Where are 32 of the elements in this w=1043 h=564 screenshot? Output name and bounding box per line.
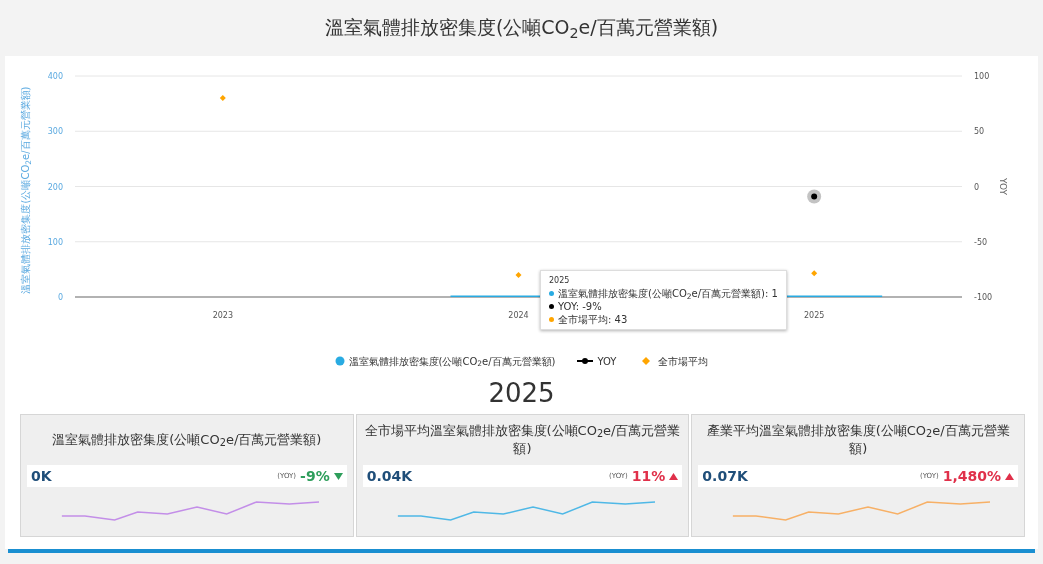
tooltip-text: 溫室氣體排放密集度(公噸CO$_{2}$e/百萬元營業額): 1 — [558, 287, 778, 300]
change-value: 11% — [631, 466, 666, 486]
axis-tick-label: 300 — [47, 127, 63, 137]
page-title: 溫室氣體排放密集度(公噸CO$_{2}$e/百萬元營業額) — [323, 15, 720, 43]
axis-tick-label: 0 — [974, 182, 980, 192]
legend-label[interactable]: 溫室氣體排放密集度(公噸CO$_{2}$e/百萬元營業額) — [348, 353, 556, 369]
legend-label[interactable]: 全市場平均 — [658, 353, 709, 369]
axis-tick-label: 0 — [57, 293, 63, 302]
axis-tick-label: 100 — [974, 72, 990, 81]
axis-tick-label: -100 — [974, 293, 993, 302]
legend-label[interactable]: YOY — [597, 353, 617, 369]
axis-title: YOY — [998, 177, 1008, 196]
card-title: 溫室氣體排放密集度(公噸CO$_{2}$e/百萬元營業額) — [52, 431, 322, 449]
change-value: -9% — [300, 466, 330, 486]
axis-tick-label: 50 — [974, 127, 985, 137]
year-heading: 2025 — [487, 377, 556, 410]
axis-tick-label: 200 — [47, 182, 63, 192]
card-title: 產業平均溫室氣體排放密集度(公噸CO$_{2}$e/百萬元營業額) — [705, 422, 1011, 458]
tooltip-text: YOY: -9% — [558, 300, 602, 313]
axis-tick-label: 2025 — [804, 311, 825, 320]
axis-tick-label: 400 — [47, 72, 63, 81]
axis-tick-label: 100 — [47, 237, 63, 247]
card-value: 0.04K — [366, 466, 413, 486]
axis-tick-label: 2023 — [212, 311, 233, 320]
card-value: 0K — [31, 466, 52, 486]
card-value: 0.07K — [702, 466, 748, 486]
card-title: 全市場平均溫室氣體排放密集度(公噸CO$_{2}$e/百萬元營業額) — [363, 422, 682, 458]
tooltip-title: 2025 — [549, 275, 571, 287]
change-value: 1,480% — [942, 466, 1001, 486]
axis-tick-label: 2024 — [508, 311, 529, 320]
tooltip-text: 全市場平均: 43 — [558, 313, 628, 326]
axis-tick-label: -50 — [974, 237, 988, 247]
